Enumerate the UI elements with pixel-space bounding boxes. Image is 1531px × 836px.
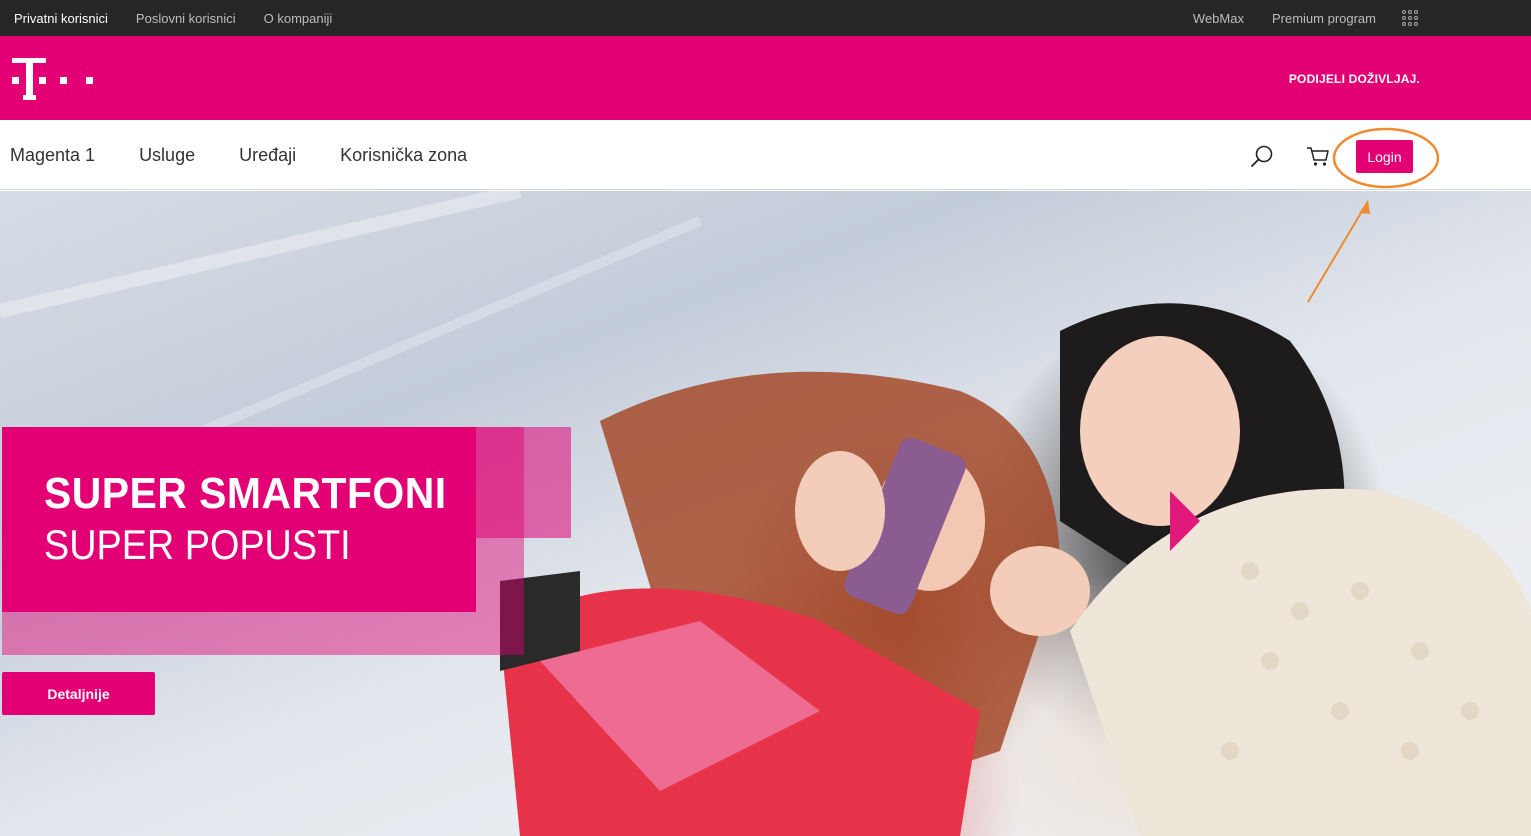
search-icon[interactable] xyxy=(1250,144,1274,168)
nav-item-magenta-1[interactable]: Magenta 1 xyxy=(10,145,95,166)
link-webmax[interactable]: WebMax xyxy=(1193,11,1244,26)
telekom-t-logo[interactable] xyxy=(12,58,98,100)
hero-banner: SUPER SMARTFONI SUPER POPUSTI Detaljnije xyxy=(0,191,1531,836)
hero-subtitle: SUPER POPUSTI xyxy=(44,521,351,568)
hero-title: SUPER SMARTFONI xyxy=(44,469,447,518)
main-navigation: Magenta 1 Usluge Uređaji Korisnička zona xyxy=(0,120,1531,190)
nav-item-usluge[interactable]: Usluge xyxy=(139,145,195,166)
nav-item-korisnicka-zona[interactable]: Korisnička zona xyxy=(340,145,467,166)
utility-links: WebMax Premium program xyxy=(1165,0,1418,36)
login-button[interactable]: Login xyxy=(1356,140,1413,173)
link-premium-program[interactable]: Premium program xyxy=(1272,11,1376,26)
top-utility-bar: Privatni korisnici Poslovni korisnici O … xyxy=(0,0,1531,36)
nav-menu: Magenta 1 Usluge Uređaji Korisnička zona xyxy=(10,120,511,190)
link-poslovni-korisnici[interactable]: Poslovni korisnici xyxy=(136,11,236,26)
link-o-kompaniji[interactable]: O kompaniji xyxy=(264,11,333,26)
segment-links: Privatni korisnici Poslovni korisnici O … xyxy=(14,0,360,36)
nav-item-uredaji[interactable]: Uređaji xyxy=(239,145,296,166)
details-button[interactable]: Detaljnije xyxy=(2,672,155,715)
cart-icon[interactable] xyxy=(1306,145,1330,167)
brand-tagline: PODIJELI DOŽIVLJAJ. xyxy=(1288,72,1420,86)
brand-header: PODIJELI DOŽIVLJAJ. xyxy=(0,36,1531,120)
promo-box xyxy=(2,427,476,612)
link-privatni-korisnici[interactable]: Privatni korisnici xyxy=(14,11,108,26)
grid-apps-icon[interactable] xyxy=(1402,10,1418,26)
